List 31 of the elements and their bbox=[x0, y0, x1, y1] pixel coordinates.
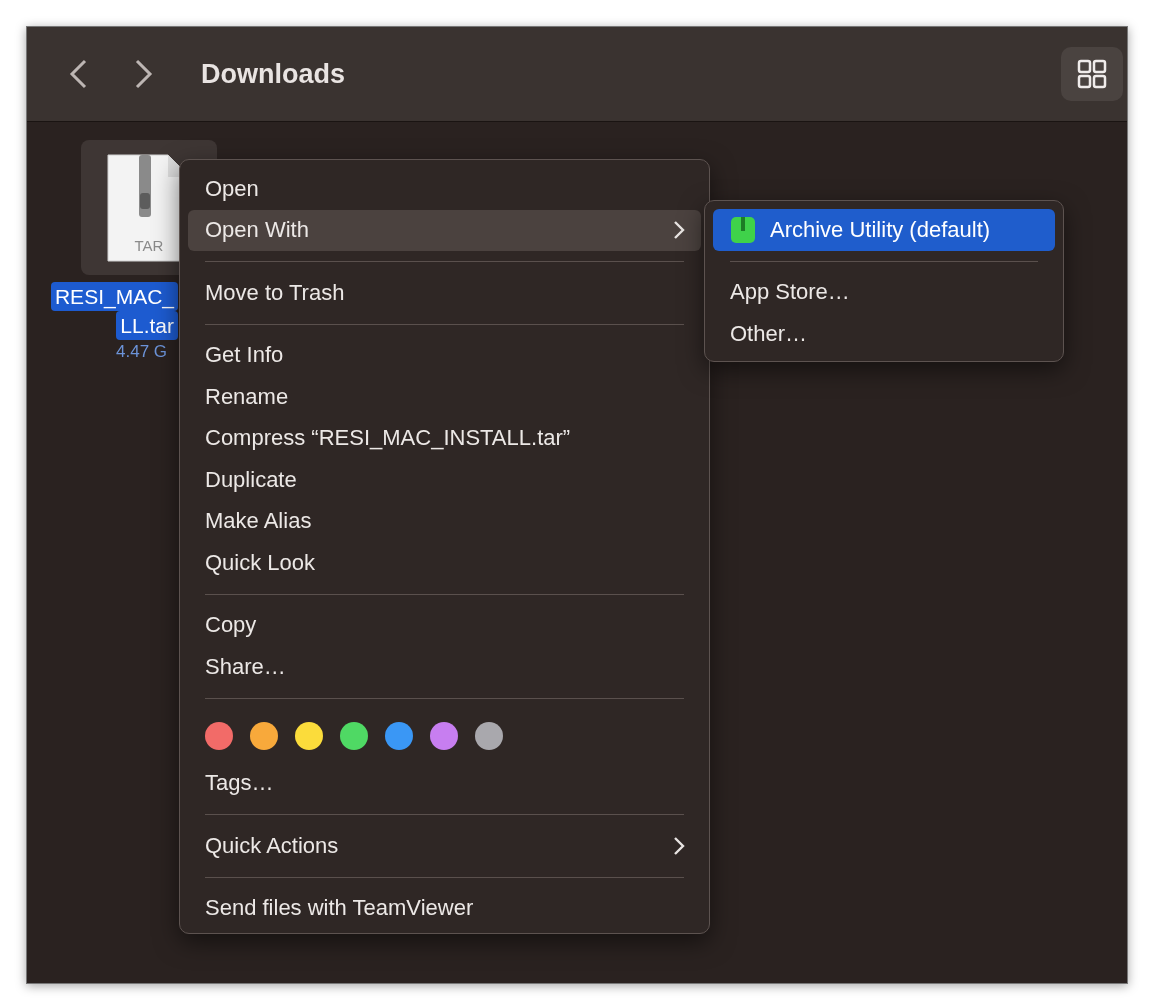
view-button[interactable] bbox=[1061, 47, 1123, 101]
menu-item[interactable]: Compress “RESI_MAC_INSTALL.tar” bbox=[188, 417, 701, 459]
menu-item[interactable]: Copy bbox=[188, 604, 701, 646]
file-name: RESI_MAC_ bbox=[50, 282, 178, 311]
file-type-label: TAR bbox=[134, 236, 164, 254]
menu-item[interactable]: Other… bbox=[713, 313, 1055, 355]
tag-color-dot[interactable] bbox=[430, 721, 458, 750]
menu-item[interactable]: Quick Look bbox=[188, 542, 701, 584]
menu-item[interactable]: Tags… bbox=[188, 762, 701, 804]
tag-color-dot[interactable] bbox=[475, 721, 503, 750]
tag-color-dot[interactable] bbox=[295, 721, 323, 750]
menu-item[interactable]: Archive Utility (default) bbox=[713, 209, 1055, 251]
menu-item[interactable]: Make Alias bbox=[188, 500, 701, 542]
archive-app-icon bbox=[730, 215, 756, 244]
window-title: Downloads bbox=[201, 58, 346, 90]
menu-item[interactable]: Move to Trash bbox=[188, 272, 701, 314]
menu-item[interactable]: Open With bbox=[188, 209, 701, 251]
menu-item[interactable]: App Store… bbox=[713, 271, 1055, 313]
tag-color-dot[interactable] bbox=[205, 721, 233, 750]
grid-icon bbox=[1077, 59, 1107, 89]
menu-item[interactable]: Send files with TeamViewer bbox=[188, 887, 701, 929]
tag-color-dot[interactable] bbox=[250, 721, 278, 750]
menu-item[interactable]: Get Info bbox=[188, 334, 701, 376]
file-size: 4.47 G bbox=[116, 341, 169, 363]
menu-item[interactable]: Quick Actions bbox=[188, 825, 701, 867]
menu-item[interactable]: Rename bbox=[188, 376, 701, 418]
tag-color-dot[interactable] bbox=[340, 721, 368, 750]
tag-color-dot[interactable] bbox=[385, 721, 413, 750]
menu-item[interactable]: Share… bbox=[188, 646, 701, 688]
file-name: LL.tar bbox=[116, 311, 178, 340]
menu-item[interactable]: Duplicate bbox=[188, 459, 701, 501]
